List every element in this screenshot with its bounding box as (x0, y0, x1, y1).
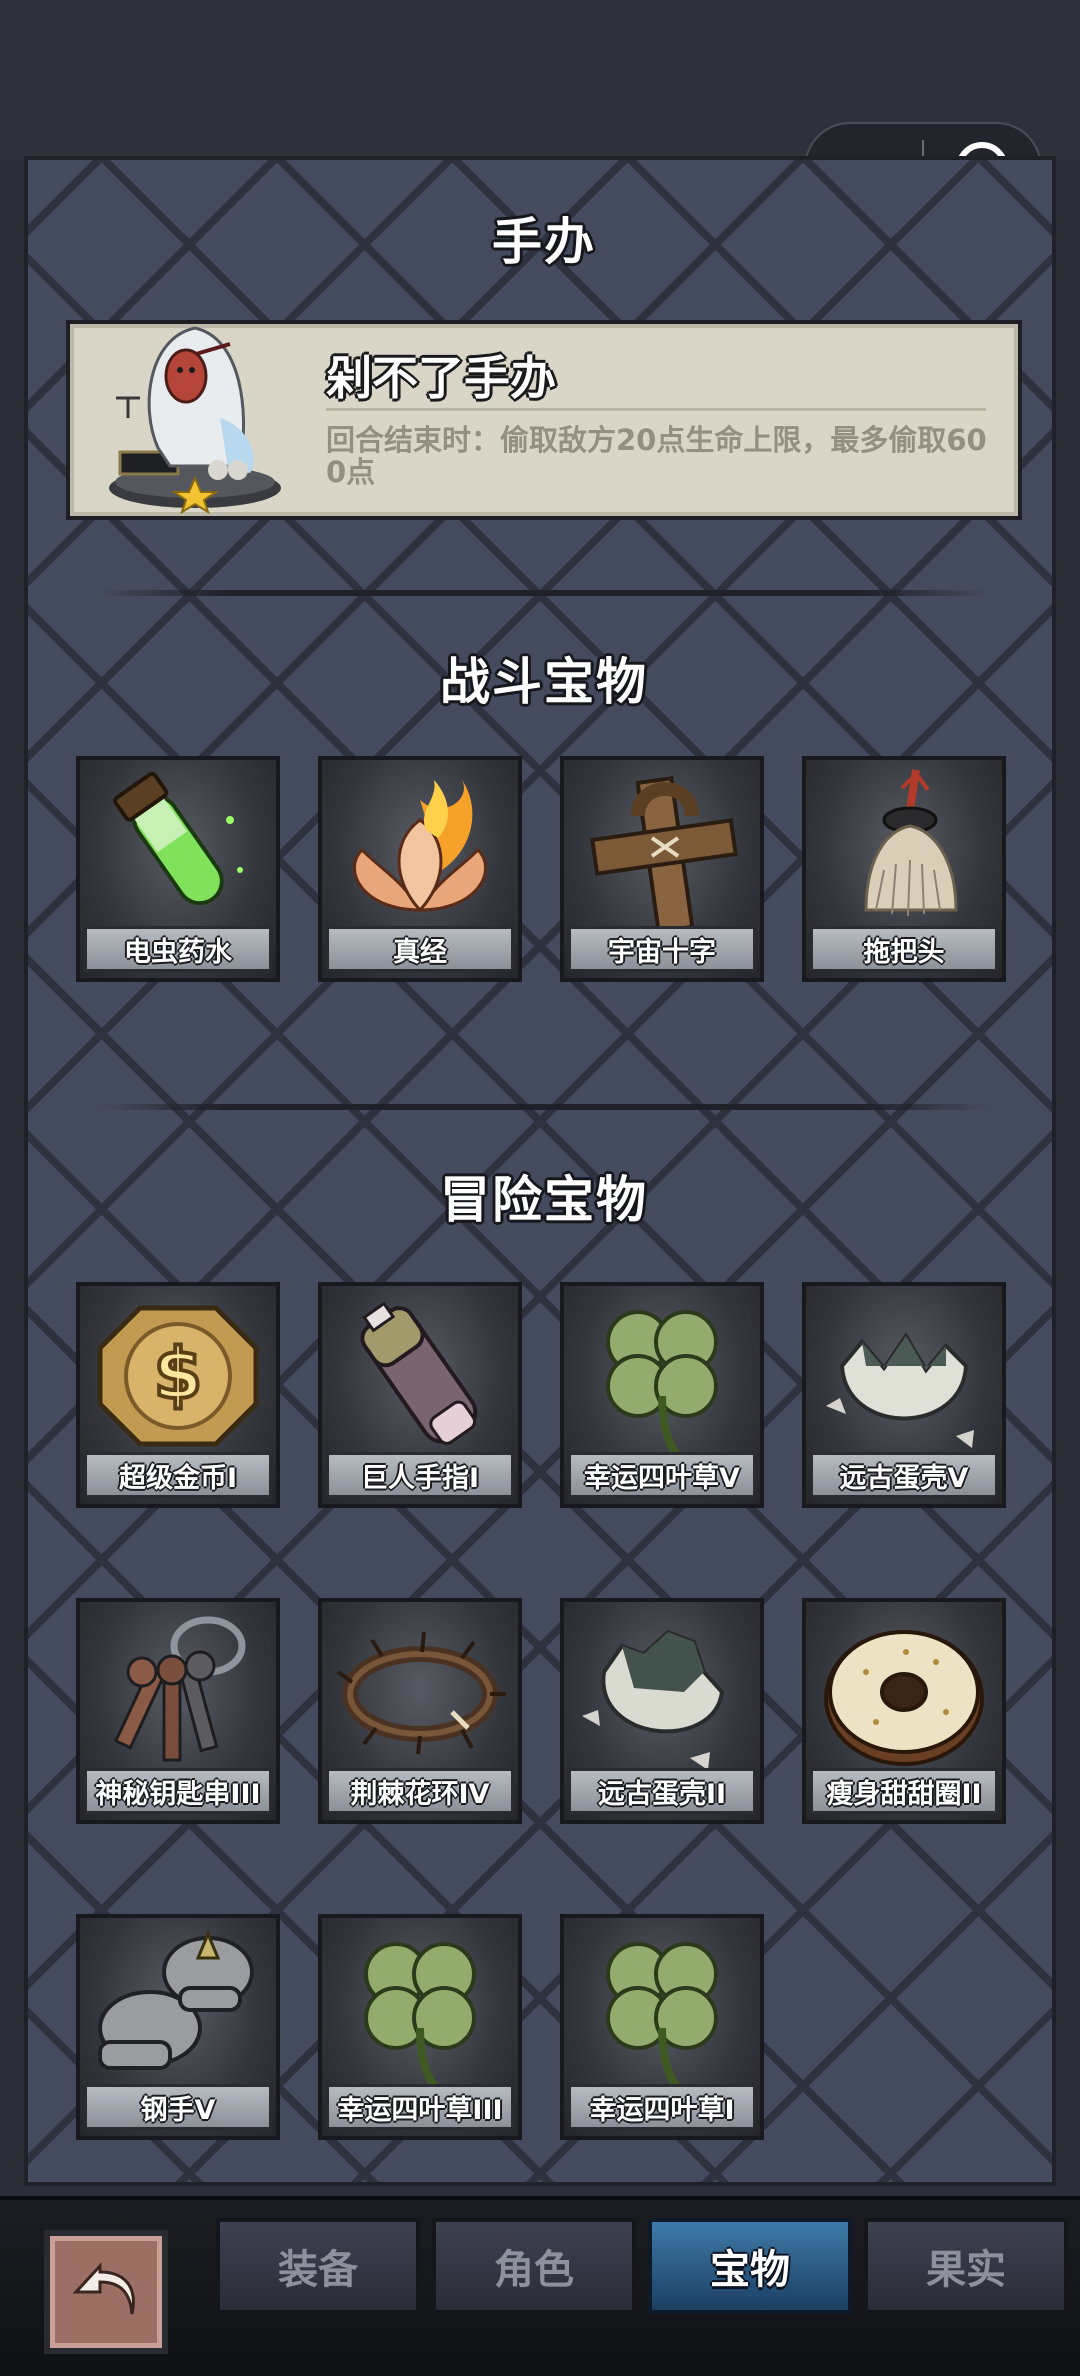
mop-head-icon (864, 769, 958, 917)
adventure-treasure-grid: $ 超级金币I 巨人手指I 幸运四叶草V 远古蛋壳V 神秘钥匙串III 荆棘花环… (76, 1282, 1006, 2140)
treasure-card[interactable]: 幸运四叶草V (560, 1282, 764, 1508)
treasure-label: 幸运四叶草I (568, 2084, 756, 2130)
treasure-label: 瘦身甜甜圈II (810, 1768, 998, 1814)
ghost-figure-icon (109, 326, 281, 514)
treasure-label: 巨人手指I (326, 1452, 514, 1498)
tab-equipment[interactable]: 装备 (216, 2218, 420, 2314)
back-button[interactable] (44, 2230, 168, 2354)
figure-name: 剁不了手办 (326, 351, 556, 405)
treasure-card[interactable]: 宇宙十字 (560, 756, 764, 982)
giant-finger-icon (360, 1301, 478, 1445)
treasure-card[interactable]: 神秘钥匙串III (76, 1598, 280, 1824)
treasure-label: 幸运四叶草III (326, 2084, 514, 2130)
donut-icon (824, 1630, 984, 1766)
figure-description: 回合结束时：偷取敌方20点生命上限，最多偷取600点 (326, 423, 987, 489)
treasure-card[interactable]: $ 超级金币I (76, 1282, 280, 1508)
treasure-card[interactable]: 远古蛋壳V (802, 1282, 1006, 1508)
combat-section-title: 战斗宝物 (440, 653, 648, 711)
keyring-icon (113, 1616, 246, 1762)
treasure-label: 远古蛋壳V (810, 1452, 998, 1498)
eggshell-icon (826, 1332, 974, 1448)
combat-treasure-grid: 电虫药水 真经 宇宙十字 拖把头 (76, 756, 1006, 982)
clover-icon (606, 1310, 718, 1457)
clover-icon (606, 1942, 718, 2089)
thorn-wreath-icon (336, 1631, 506, 1755)
treasure-label: 超级金币I (84, 1452, 272, 1498)
wooden-cross-icon (590, 775, 738, 934)
treasure-card[interactable]: 真经 (318, 756, 522, 982)
potion-icon (113, 771, 243, 906)
treasure-card[interactable]: 钢手V (76, 1914, 280, 2140)
section-divider (98, 590, 990, 596)
treasure-card[interactable]: 拖把头 (802, 756, 1006, 982)
treasure-card[interactable]: 幸运四叶草III (318, 1914, 522, 2140)
clover-icon (364, 1942, 476, 2089)
eggshell-icon (582, 1629, 725, 1770)
treasure-label: 远古蛋壳II (568, 1768, 756, 1814)
treasure-label: 幸运四叶草V (568, 1452, 756, 1498)
treasure-card[interactable]: 幸运四叶草I (560, 1914, 764, 2140)
figure-section-title: 手办 (492, 213, 596, 271)
svg-text:$: $ (154, 1333, 203, 1415)
adventure-section-title: 冒险宝物 (440, 1171, 648, 1229)
figure-divider (326, 408, 986, 411)
treasure-panel: 手办 剁不了手办 回合结束时：偷取敌方20点生命上限，最多偷取600点 战斗宝物 (24, 156, 1056, 2186)
tab-treasure[interactable]: 宝物 (648, 2218, 852, 2314)
section-divider (98, 1104, 990, 1110)
treasure-card[interactable]: 荆棘花环IV (318, 1598, 522, 1824)
tab-fruit[interactable]: 果实 (864, 2218, 1068, 2314)
back-arrow-icon (72, 2262, 135, 2315)
treasure-label: 宇宙十字 (568, 926, 756, 972)
treasure-card[interactable]: 巨人手指I (318, 1282, 522, 1508)
treasure-card[interactable]: 电虫药水 (76, 756, 280, 982)
treasure-label: 钢手V (84, 2084, 272, 2130)
treasure-label: 拖把头 (810, 926, 998, 972)
treasure-label: 真经 (326, 926, 514, 972)
treasure-card[interactable]: 远古蛋壳II (560, 1598, 764, 1824)
steel-gauntlet-icon (98, 1930, 254, 2070)
treasure-label: 荆棘花环IV (326, 1768, 514, 1814)
bottom-nav-bar: 装备 角色 宝物 果实 (0, 2196, 1080, 2376)
gold-coin-icon: $ (97, 1305, 259, 1447)
tab-character[interactable]: 角色 (432, 2218, 636, 2314)
treasure-label: 电虫药水 (84, 926, 272, 972)
figure-card[interactable]: 剁不了手办 回合结束时：偷取敌方20点生命上限，最多偷取600点 (66, 320, 1022, 520)
treasure-label: 神秘钥匙串III (84, 1768, 272, 1814)
flaming-lotus-icon (352, 780, 488, 913)
treasure-card[interactable]: 瘦身甜甜圈II (802, 1598, 1006, 1824)
